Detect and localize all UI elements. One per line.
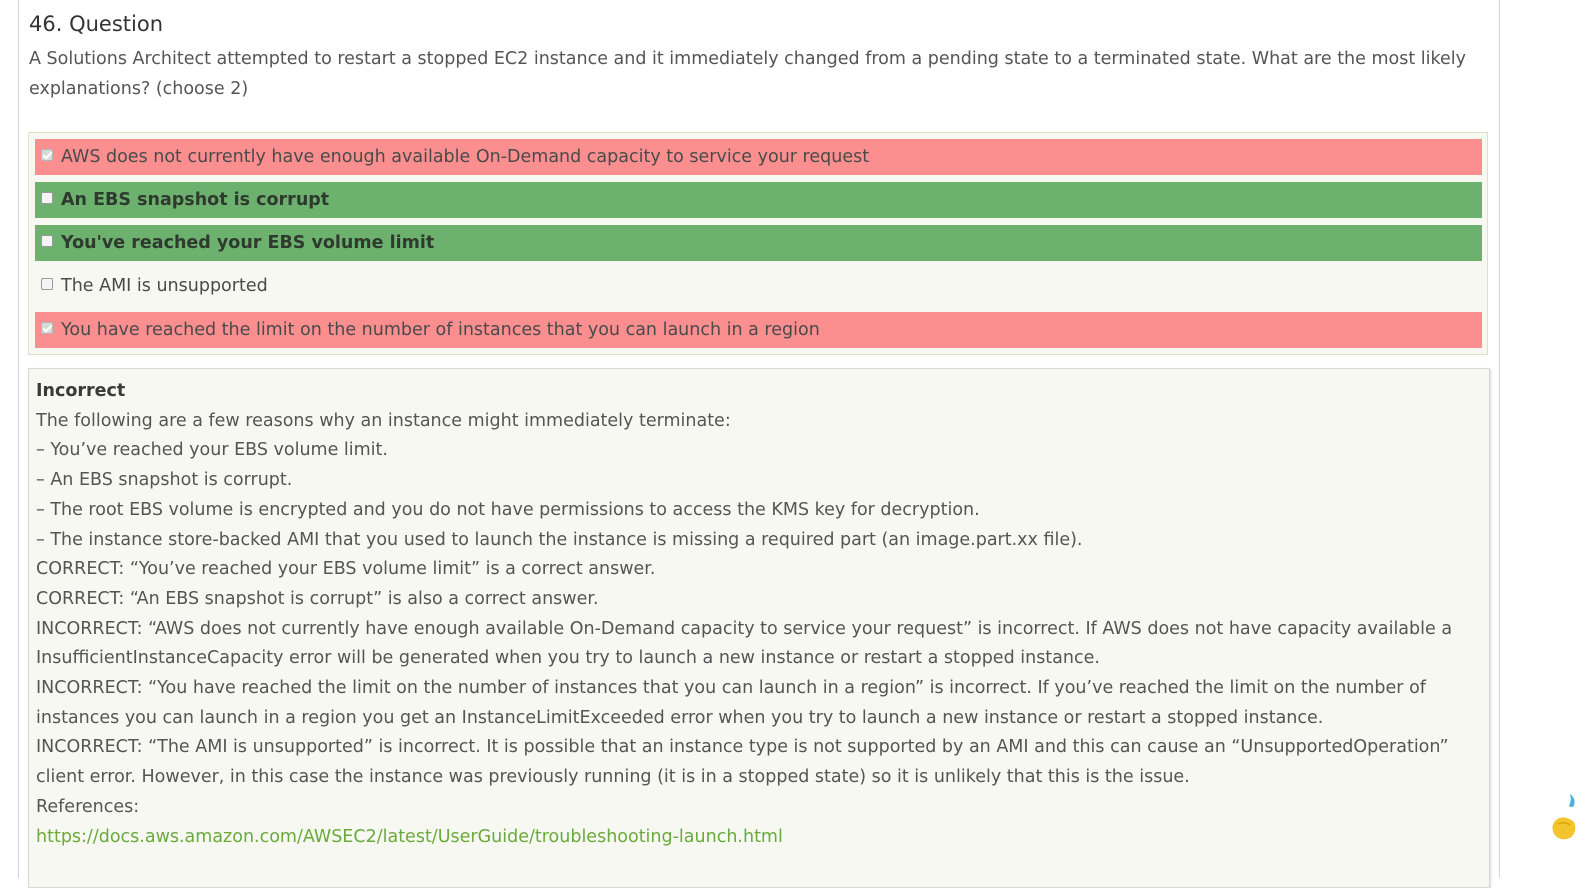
explanation-line: INCORRECT: “The AMI is unsupported” is i…: [36, 737, 1449, 788]
question-title: 46. Question: [29, 12, 163, 36]
checkbox-icon[interactable]: [41, 235, 53, 247]
answer-label: The AMI is unsupported: [61, 276, 268, 296]
checkbox-icon[interactable]: [41, 278, 53, 290]
answer-label: AWS does not currently have enough avail…: [61, 147, 870, 167]
answer-option-3[interactable]: You've reached your EBS volume limit: [35, 225, 1482, 261]
answer-label: You have reached the limit on the number…: [61, 320, 820, 340]
checkbox-checked-icon[interactable]: [41, 149, 53, 161]
explanation-line: CORRECT: “You’ve reached your EBS volume…: [36, 559, 656, 580]
answer-option-2[interactable]: An EBS snapshot is corrupt: [35, 182, 1482, 218]
checkbox-checked-icon[interactable]: [41, 322, 53, 334]
explanation-panel: Incorrect The following are a few reason…: [28, 368, 1490, 888]
result-status: Incorrect: [36, 381, 126, 401]
explanation-line: – An EBS snapshot is corrupt.: [36, 470, 293, 491]
answer-label: An EBS snapshot is corrupt: [61, 190, 330, 210]
answer-option-1[interactable]: AWS does not currently have enough avail…: [35, 139, 1482, 175]
explanation-line: INCORRECT: “AWS does not currently have …: [36, 618, 1453, 669]
explanation-line: – The root EBS volume is encrypted and y…: [36, 499, 980, 520]
explanation-line: – The instance store-backed AMI that you…: [36, 529, 1083, 550]
question-card: 46. Question A Solutions Architect attem…: [18, 0, 1500, 888]
explanation-line: CORRECT: “An EBS snapshot is corrupt” is…: [36, 588, 599, 609]
chat-widget-icon[interactable]: [1546, 790, 1576, 850]
explanation-line: References:: [36, 796, 140, 817]
explanation-line: INCORRECT: “You have reached the limit o…: [36, 678, 1426, 728]
question-text: A Solutions Architect attempted to resta…: [29, 49, 1466, 99]
explanation-line: The following are a few reasons why an i…: [36, 410, 731, 431]
answer-list: AWS does not currently have enough avail…: [28, 132, 1488, 355]
checkbox-icon[interactable]: [41, 192, 53, 204]
reference-link[interactable]: https://docs.aws.amazon.com/AWSEC2/lates…: [36, 827, 783, 847]
explanation-line: – You’ve reached your EBS volume limit.: [36, 440, 388, 461]
answer-option-5[interactable]: You have reached the limit on the number…: [35, 312, 1482, 348]
answer-option-4[interactable]: The AMI is unsupported: [35, 268, 1482, 304]
answer-label: You've reached your EBS volume limit: [61, 233, 435, 253]
